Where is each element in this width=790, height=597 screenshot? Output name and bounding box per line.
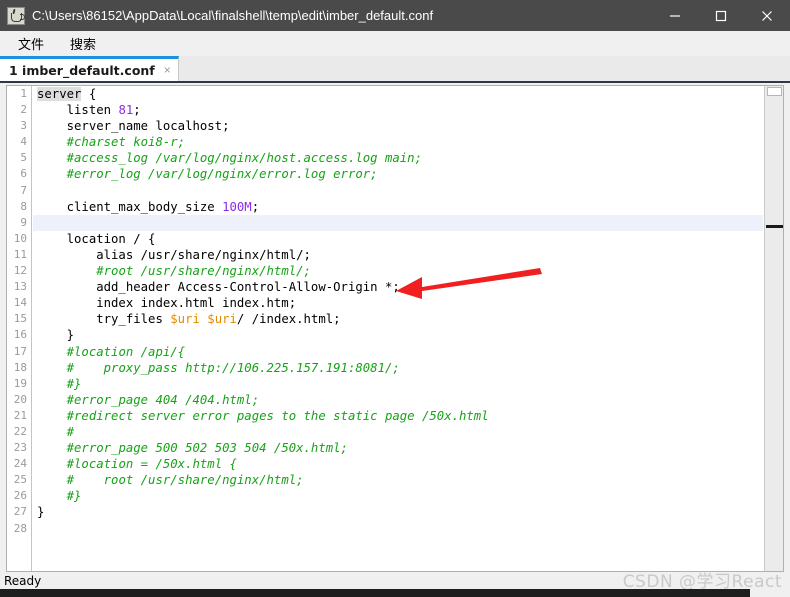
close-icon[interactable]: × <box>164 64 171 76</box>
line-number: 23 <box>13 441 27 455</box>
line-number: 28 <box>13 521 27 535</box>
line-number: 14 <box>13 296 27 310</box>
scrollbar-thumb[interactable] <box>767 87 782 96</box>
line-number-gutter: 1 2 3 4 5 6 7 8 9 10 11 12 13 14 15 16 17 18 19 20 21 22 23 24 2… <box>7 86 32 571</box>
code-line[interactable]: #error_page 404 /404.html; <box>33 392 763 408</box>
code-line[interactable]: #error_page 500 502 503 504 /50x.html; <box>33 440 763 456</box>
code-line[interactable]: server_name localhost; <box>33 118 763 134</box>
line-number: 13 <box>13 280 27 294</box>
code-editor[interactable]: 1 2 3 4 5 6 7 8 9 10 11 12 13 14 15 16 17 18 19 20 21 22 23 24 2… <box>6 85 784 572</box>
code-line[interactable]: listen 81; <box>33 102 763 118</box>
line-number: 1 <box>20 87 27 100</box>
line-number: 10 <box>13 231 27 245</box>
line-number: 11 <box>13 247 27 261</box>
code-line[interactable]: } <box>33 504 763 520</box>
code-line[interactable]: try_files $uri $uri/ /index.html; <box>33 311 763 327</box>
line-number: 15 <box>13 312 27 326</box>
tab-imber-default-conf[interactable]: 1 imber_default.conf × <box>0 56 179 81</box>
status-text: Ready <box>4 574 42 588</box>
window-title: C:\Users\86152\AppData\Local\finalshell\… <box>32 8 434 23</box>
code-line[interactable]: server { <box>33 86 763 102</box>
line-number: 8 <box>20 199 27 213</box>
line-number: 7 <box>20 183 27 197</box>
code-line[interactable]: #access_log /var/log/nginx/host.access.l… <box>33 150 763 166</box>
scrollbar-marker <box>766 225 783 228</box>
line-number: 6 <box>20 167 27 181</box>
code-line[interactable]: add_header Access-Control-Allow-Origin *… <box>33 279 763 295</box>
line-number: 26 <box>13 489 27 503</box>
line-number: 21 <box>13 408 27 422</box>
code-line[interactable]: # proxy_pass http://106.225.157.191:8081… <box>33 360 763 376</box>
line-number: 9 <box>20 215 27 229</box>
code-line[interactable]: # <box>33 424 763 440</box>
code-line[interactable]: index index.html index.htm; <box>33 295 763 311</box>
menu-bar: 文件 搜索 <box>0 31 790 56</box>
code-line[interactable]: #location /api/{ <box>33 344 763 360</box>
code-line[interactable]: } <box>33 327 763 343</box>
maximize-button[interactable] <box>698 0 744 31</box>
code-line[interactable]: #} <box>33 488 763 504</box>
menu-item-search[interactable]: 搜索 <box>60 32 106 55</box>
line-number: 22 <box>13 424 27 438</box>
code-line[interactable]: #root /usr/share/nginx/html/; <box>33 263 763 279</box>
background-window-strip <box>0 589 750 597</box>
line-number: 20 <box>13 392 27 406</box>
java-app-icon <box>7 6 25 25</box>
line-number: 3 <box>20 119 27 133</box>
line-number: 2 <box>20 103 27 117</box>
code-line[interactable] <box>33 214 763 231</box>
line-number: 12 <box>13 264 27 278</box>
code-line[interactable]: #charset koi8-r; <box>33 134 763 150</box>
title-bar: C:\Users\86152\AppData\Local\finalshell\… <box>0 0 790 31</box>
close-button[interactable] <box>744 0 790 31</box>
minimize-button[interactable] <box>652 0 698 31</box>
code-line[interactable] <box>33 521 763 537</box>
menu-item-file[interactable]: 文件 <box>8 32 54 55</box>
code-line[interactable] <box>33 183 763 199</box>
code-line[interactable]: alias /usr/share/nginx/html/; <box>33 247 763 263</box>
vertical-scrollbar[interactable] <box>764 86 783 571</box>
code-line[interactable]: # root /usr/share/nginx/html; <box>33 472 763 488</box>
code-line[interactable]: #redirect server error pages to the stat… <box>33 408 763 424</box>
editor-window: C:\Users\86152\AppData\Local\finalshell\… <box>0 0 790 597</box>
window-controls <box>652 0 790 31</box>
code-line[interactable]: #} <box>33 376 763 392</box>
line-number: 18 <box>13 360 27 374</box>
code-line[interactable]: #error_log /var/log/nginx/error.log erro… <box>33 166 763 182</box>
code-line[interactable]: location / { <box>33 231 763 247</box>
line-number: 25 <box>13 473 27 487</box>
code-line[interactable]: client_max_body_size 100M; <box>33 199 763 215</box>
line-number: 17 <box>13 344 27 358</box>
line-number: 5 <box>20 151 27 165</box>
code-line[interactable]: #location = /50x.html { <box>33 456 763 472</box>
code-text-area[interactable]: server { listen 81; server_name localhos… <box>33 86 763 571</box>
line-number: 27 <box>13 505 27 519</box>
tab-label: 1 imber_default.conf <box>9 62 155 78</box>
tab-strip: 1 imber_default.conf × <box>0 56 790 83</box>
line-number: 24 <box>13 457 27 471</box>
line-number: 4 <box>20 135 27 149</box>
line-number: 19 <box>13 376 27 390</box>
line-number: 16 <box>13 328 27 342</box>
